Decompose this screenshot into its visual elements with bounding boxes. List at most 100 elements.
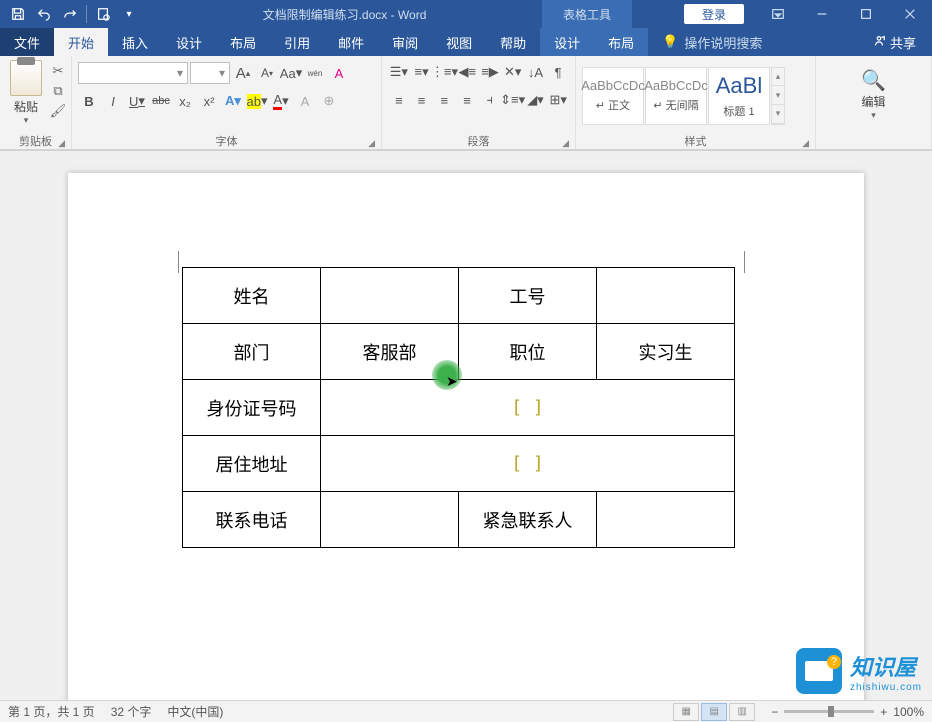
maximize-icon[interactable]	[844, 0, 888, 28]
web-layout-icon[interactable]: ▥	[729, 703, 755, 721]
align-center-icon[interactable]: ≡	[411, 89, 433, 111]
paste-button[interactable]: 粘贴 ▾	[4, 58, 48, 126]
page-indicator[interactable]: 第 1 页，共 1 页	[8, 703, 95, 720]
subscript-button[interactable]: x₂	[174, 90, 196, 112]
zoom-out-icon[interactable]: −	[771, 705, 778, 719]
print-layout-icon[interactable]: ▤	[701, 703, 727, 721]
editing-label[interactable]: 编辑	[861, 93, 885, 110]
find-icon[interactable]: 🔍	[861, 68, 886, 93]
tab-layout[interactable]: 布局	[216, 28, 270, 56]
cell-name-value[interactable]	[321, 268, 459, 324]
cell-emergency-label[interactable]: 紧急联系人	[459, 492, 597, 548]
table-row[interactable]: 身份证号码 [ ]	[183, 380, 735, 436]
show-marks-icon[interactable]: ¶	[547, 61, 569, 83]
shrink-font-icon[interactable]: A▾	[256, 62, 278, 84]
italic-button[interactable]: I	[102, 90, 124, 112]
borders-icon[interactable]: ⊞▾	[547, 89, 569, 111]
style-normal[interactable]: AaBbCcDc ↵ 正文	[582, 67, 644, 125]
table-row[interactable]: 联系电话 紧急联系人	[183, 492, 735, 548]
font-size-combo[interactable]: ▾	[190, 62, 230, 84]
redo-icon[interactable]	[58, 2, 82, 26]
table-row[interactable]: 姓名 工号	[183, 268, 735, 324]
tab-table-design[interactable]: 设计	[540, 28, 594, 56]
font-launcher-icon[interactable]: ◢	[368, 138, 375, 149]
qat-more-icon[interactable]: ▾	[117, 2, 141, 26]
cell-address-value[interactable]: [ ]	[321, 436, 735, 492]
tab-help[interactable]: 帮助	[486, 28, 540, 56]
zoom-slider[interactable]	[784, 710, 874, 713]
undo-icon[interactable]	[32, 2, 56, 26]
tab-mailings[interactable]: 邮件	[324, 28, 378, 56]
close-icon[interactable]	[888, 0, 932, 28]
cell-dept-label[interactable]: 部门	[183, 324, 321, 380]
zoom-level[interactable]: 100%	[893, 705, 924, 719]
cell-id-value[interactable]	[597, 268, 735, 324]
align-right-icon[interactable]: ≡	[433, 89, 455, 111]
cell-idcard-label[interactable]: 身份证号码	[183, 380, 321, 436]
styles-launcher-icon[interactable]: ◢	[802, 138, 809, 149]
tell-me-search[interactable]: 💡 操作说明搜索	[648, 28, 856, 56]
word-count[interactable]: 32 个字	[111, 703, 152, 720]
decrease-indent-icon[interactable]: ◀≡	[456, 61, 478, 83]
paragraph-launcher-icon[interactable]: ◢	[562, 138, 569, 149]
minimize-icon[interactable]	[800, 0, 844, 28]
numbering-icon[interactable]: ≡▾	[411, 61, 433, 83]
cell-name-label[interactable]: 姓名	[183, 268, 321, 324]
clipboard-launcher-icon[interactable]: ◢	[58, 138, 65, 149]
cell-idcard-value[interactable]: [ ]	[321, 380, 735, 436]
cell-id-label[interactable]: 工号	[459, 268, 597, 324]
strikethrough-button[interactable]: abc	[150, 90, 172, 112]
phonetic-guide-icon[interactable]: wén	[304, 62, 326, 84]
table-row[interactable]: 居住地址 [ ]	[183, 436, 735, 492]
asian-layout-icon[interactable]: ✕▾	[502, 61, 524, 83]
line-spacing-icon[interactable]: ⇕≡▾	[502, 89, 524, 111]
share-button[interactable]: 共享	[856, 28, 932, 56]
tab-references[interactable]: 引用	[270, 28, 324, 56]
read-mode-icon[interactable]: ▦	[673, 703, 699, 721]
tab-file[interactable]: 文件	[0, 28, 54, 56]
font-family-combo[interactable]: ▾	[78, 62, 188, 84]
cell-address-label[interactable]: 居住地址	[183, 436, 321, 492]
clear-format-icon[interactable]: A	[328, 62, 350, 84]
save-icon[interactable]	[6, 2, 30, 26]
print-preview-icon[interactable]	[91, 2, 115, 26]
highlight-icon[interactable]: ab▾	[246, 90, 268, 112]
cell-phone-value[interactable]	[321, 492, 459, 548]
align-left-icon[interactable]: ≡	[388, 89, 410, 111]
cut-icon[interactable]: ✂	[48, 62, 68, 80]
format-painter-icon[interactable]: 🖌	[48, 102, 68, 120]
tab-view[interactable]: 视图	[432, 28, 486, 56]
cell-dept-value[interactable]: 客服部	[321, 324, 459, 380]
font-color-icon[interactable]: A▾	[270, 90, 292, 112]
tab-table-layout[interactable]: 布局	[594, 28, 648, 56]
tab-design[interactable]: 设计	[162, 28, 216, 56]
style-no-spacing[interactable]: AaBbCcDc ↵ 无间隔	[645, 67, 707, 125]
document-area[interactable]: 姓名 工号 部门 客服部 职位 实习生 身份证号码 [ ] 居住地址 [ ] 联…	[0, 150, 932, 700]
change-case-icon[interactable]: Aa▾	[280, 62, 302, 84]
underline-button[interactable]: U▾	[126, 90, 148, 112]
shading-icon[interactable]: ◢▾	[525, 89, 547, 111]
text-effects-icon[interactable]: A▾	[222, 90, 244, 112]
increase-indent-icon[interactable]: ≡▶	[479, 61, 501, 83]
cell-position-value[interactable]: 实习生	[597, 324, 735, 380]
cell-phone-label[interactable]: 联系电话	[183, 492, 321, 548]
tab-review[interactable]: 审阅	[378, 28, 432, 56]
bullets-icon[interactable]: ☰▾	[388, 61, 410, 83]
style-heading1[interactable]: AaBl 标题 1	[708, 67, 770, 125]
table-row[interactable]: 部门 客服部 职位 实习生	[183, 324, 735, 380]
tab-home[interactable]: 开始	[54, 28, 108, 56]
login-button[interactable]: 登录	[684, 4, 744, 24]
bold-button[interactable]: B	[78, 90, 100, 112]
tab-insert[interactable]: 插入	[108, 28, 162, 56]
form-table[interactable]: 姓名 工号 部门 客服部 职位 实习生 身份证号码 [ ] 居住地址 [ ] 联…	[182, 267, 735, 548]
multilevel-icon[interactable]: ⋮≡▾	[433, 61, 455, 83]
language-indicator[interactable]: 中文(中国)	[167, 703, 223, 720]
cell-position-label[interactable]: 职位	[459, 324, 597, 380]
styles-gallery-scroll[interactable]: ▴▾▾	[771, 67, 785, 125]
document-page[interactable]: 姓名 工号 部门 客服部 职位 实习生 身份证号码 [ ] 居住地址 [ ] 联…	[68, 173, 864, 700]
distribute-icon[interactable]: ⫞	[479, 89, 501, 111]
char-shading-icon[interactable]: A	[294, 90, 316, 112]
grow-font-icon[interactable]: A▴	[232, 62, 254, 84]
superscript-button[interactable]: x²	[198, 90, 220, 112]
cell-emergency-value[interactable]	[597, 492, 735, 548]
